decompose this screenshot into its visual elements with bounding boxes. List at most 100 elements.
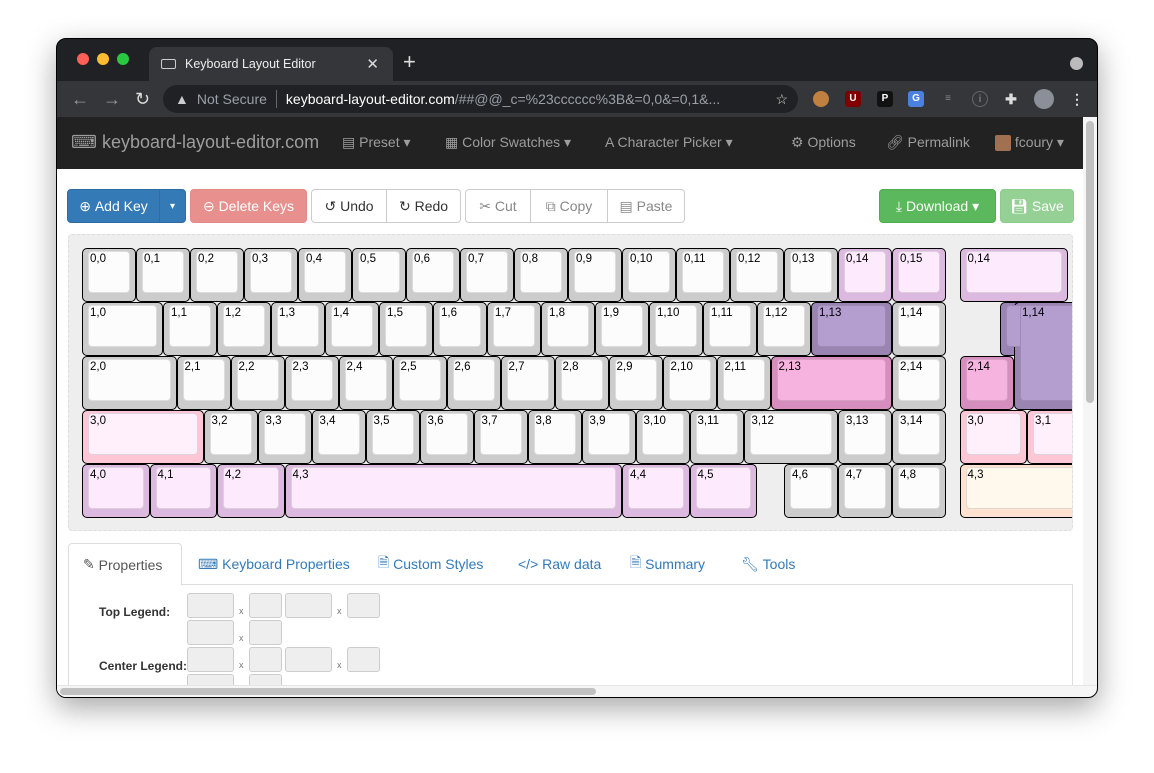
- translate-icon[interactable]: G: [908, 91, 924, 107]
- tab-custom-styles[interactable]: 🗎︎ Custom Styles: [378, 543, 483, 585]
- p-icon[interactable]: P: [877, 91, 893, 107]
- key-legend-top: 2,14: [967, 361, 990, 373]
- redo-button[interactable]: ↻ Redo: [386, 189, 461, 223]
- puzzle-icon[interactable]: ✚: [1003, 91, 1019, 107]
- tab-search-icon[interactable]: [1070, 57, 1083, 70]
- close-window-button[interactable]: [77, 53, 89, 65]
- key-legend-top: 1,11: [711, 307, 733, 319]
- minimize-window-button[interactable]: [97, 53, 109, 65]
- close-tab-icon[interactable]: ✕: [366, 55, 379, 73]
- vertical-scrollbar[interactable]: [1083, 117, 1097, 687]
- key-legend-top: 0,4: [306, 253, 322, 265]
- color-swatches-menu[interactable]: ▦ Color Swatches ▾: [445, 134, 571, 151]
- info-icon[interactable]: i: [972, 91, 988, 107]
- key-legend-top: 0,9: [576, 253, 592, 265]
- key-legend-top: 4,3: [292, 469, 309, 481]
- key-legend-top: 1,0: [90, 307, 106, 319]
- cut-button[interactable]: ✂ Cut: [465, 189, 531, 223]
- key-legend-top: 2,8: [562, 361, 579, 373]
- key-legend-top: 0,6: [414, 253, 430, 265]
- key-legend-top: 3,14: [900, 415, 923, 427]
- list-icon[interactable]: ≡: [940, 91, 956, 107]
- key-legend-top: 0,14: [967, 253, 990, 265]
- legend-input[interactable]: [249, 593, 282, 618]
- key-legend-top: 3,10: [643, 415, 666, 427]
- security-status[interactable]: Not Secure: [197, 91, 267, 107]
- character-picker-menu[interactable]: A Character Picker ▾: [605, 134, 733, 151]
- legend-input[interactable]: [187, 593, 234, 618]
- keyboard-canvas[interactable]: 0,0 0,1 0,2 0,3 0,4 0,5 0,6 0,7 0,8 0,9 0,10 0,11 0,…: [68, 234, 1073, 531]
- key-legend-top: 3,2: [211, 415, 228, 427]
- maximize-window-button[interactable]: [117, 53, 129, 65]
- browser-tab[interactable]: Keyboard Layout Editor ✕: [149, 47, 393, 81]
- reload-icon[interactable]: ↻: [135, 89, 150, 110]
- forward-icon[interactable]: →: [103, 89, 121, 110]
- key-legend-top: 0,15: [900, 253, 923, 265]
- tab-title: Keyboard Layout Editor: [185, 57, 316, 71]
- key-legend-top: 0,0: [90, 253, 106, 265]
- legend-input[interactable]: [187, 647, 234, 672]
- keyboard-icon: [161, 59, 176, 69]
- top-legend-label: Top Legend:: [99, 605, 171, 619]
- key-legend-top: 3,11: [697, 415, 720, 427]
- copy-button[interactable]: ⧉ Copy: [530, 189, 608, 223]
- add-key-dropdown[interactable]: ▾: [159, 189, 186, 223]
- legend-input[interactable]: [249, 620, 282, 645]
- key-legend-top: 0,10: [630, 253, 653, 265]
- legend-input[interactable]: [285, 593, 332, 618]
- key-legend-top: 2,0: [90, 361, 106, 373]
- color-x-label: x: [239, 633, 244, 643]
- download-button[interactable]: ⤓ Download ▾: [879, 189, 996, 223]
- legend-input[interactable]: [249, 647, 282, 672]
- key-legend-top: 3,3: [265, 415, 282, 427]
- tab-properties[interactable]: ✎ Properties: [68, 543, 182, 586]
- tab-summary[interactable]: 🗎︎ Summary: [630, 543, 705, 585]
- key-legend-top: 4,5: [697, 469, 714, 481]
- keycap-top: [290, 467, 616, 509]
- key-legend-top: 3,9: [589, 415, 606, 427]
- user-menu[interactable]: fcoury ▾: [995, 134, 1064, 152]
- url-host: keyboard-layout-editor.com: [285, 91, 455, 107]
- owl-icon[interactable]: [813, 91, 829, 107]
- ublock-icon[interactable]: U: [845, 91, 861, 107]
- delete-keys-button[interactable]: ⊖ Delete Keys: [190, 189, 307, 223]
- key-legend-top: 1,12: [765, 307, 788, 319]
- key-legend-top: 4,1: [157, 469, 174, 481]
- key-legend-top: 0,11: [684, 253, 706, 265]
- key-legend-top: 4,8: [900, 469, 916, 481]
- tab-tools[interactable]: 🔧︎ Tools: [741, 543, 795, 585]
- legend-input[interactable]: [285, 647, 332, 672]
- key-legend-top: 3,5: [373, 415, 390, 427]
- key-legend-top: 0,2: [198, 253, 214, 265]
- legend-input[interactable]: [187, 620, 234, 645]
- legend-input[interactable]: [347, 647, 380, 672]
- key-legend-top: 3,1: [1035, 415, 1051, 427]
- key-legend-top: 3,0: [967, 415, 984, 427]
- add-key-button[interactable]: ⊕ Add Key: [67, 189, 160, 223]
- new-tab-button[interactable]: +: [403, 49, 416, 75]
- tab-raw-data[interactable]: </> Raw data: [518, 543, 601, 585]
- color-x-label: x: [337, 606, 342, 616]
- undo-button[interactable]: ↺ Undo: [311, 189, 387, 223]
- horizontal-scrollbar[interactable]: [57, 685, 1097, 697]
- key-legend-top: 1,6: [441, 307, 457, 319]
- legend-input[interactable]: [347, 593, 380, 618]
- preset-menu[interactable]: ▤ Preset ▾: [342, 134, 411, 151]
- profile-avatar[interactable]: [1034, 89, 1054, 109]
- brand-link[interactable]: ⌨ keyboard-layout-editor.com: [71, 132, 319, 153]
- key-legend-top: 3,0: [90, 415, 106, 427]
- key-legend-top: 2,10: [670, 361, 693, 373]
- tab-keyboard-properties[interactable]: ⌨ Keyboard Properties: [198, 543, 350, 585]
- url-bar[interactable]: ▲ Not Secure keyboard-layout-editor.com …: [163, 85, 798, 113]
- save-button[interactable]: 💾︎ Save: [1000, 189, 1074, 223]
- back-icon[interactable]: ←: [71, 89, 89, 110]
- warning-icon: ▲: [175, 91, 189, 107]
- key-legend-top: 1,4: [333, 307, 349, 319]
- browser-window: Keyboard Layout Editor ✕ + ← → ↻ ▲ Not S…: [56, 38, 1098, 698]
- options-menu[interactable]: ⚙ Options: [791, 134, 856, 151]
- bookmark-star-icon[interactable]: ☆: [775, 91, 788, 108]
- paste-button[interactable]: ▤ Paste: [607, 189, 685, 223]
- menu-icon[interactable]: ⋮: [1069, 91, 1085, 107]
- color-x-label: x: [337, 660, 342, 670]
- permalink-link[interactable]: 🔗︎ Permalink: [886, 134, 970, 151]
